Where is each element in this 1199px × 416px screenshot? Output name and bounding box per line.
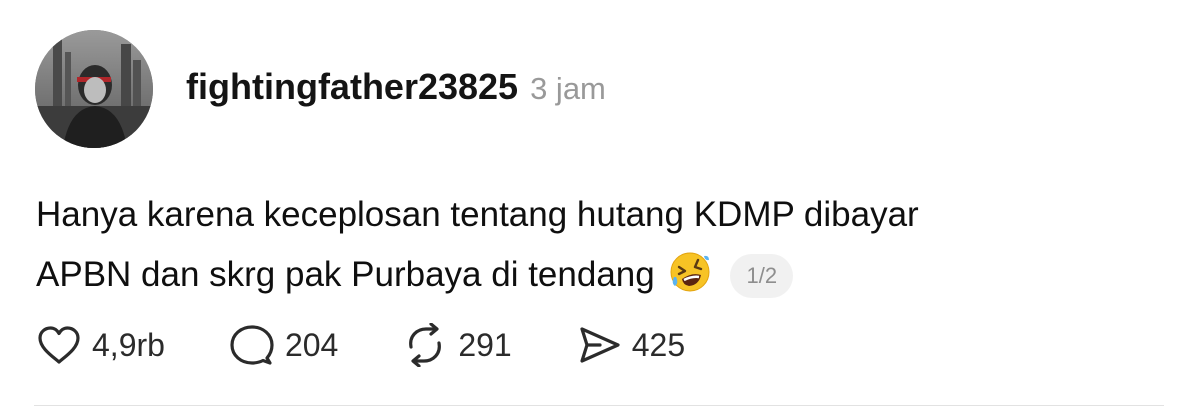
repost-arrows-icon (409, 323, 442, 367)
action-bar: 4,9rb 204 291 425 (36, 322, 749, 368)
like-count: 4,9rb (92, 326, 165, 363)
thread-counter-badge[interactable]: 1/2 (730, 254, 794, 298)
thread-post: fightingfather23825 3 jam Hanya karena k… (0, 0, 1199, 416)
send-arrow-icon (580, 327, 620, 363)
post-header: fightingfather23825 3 jam (186, 66, 606, 114)
username[interactable]: fightingfather23825 (186, 66, 518, 108)
speech-bubble-icon (230, 325, 274, 365)
repost-button[interactable]: 291 (402, 323, 512, 367)
post-time: 3 jam (530, 71, 606, 106)
comment-button[interactable]: 204 (229, 323, 338, 367)
share-count: 425 (631, 326, 686, 363)
rolling-laughing-emoji-icon (670, 252, 710, 292)
post-text: Hanya karena keceplosan tentang hutang K… (36, 185, 1136, 305)
avatar-image (35, 30, 153, 148)
heart-icon (38, 326, 80, 364)
comment-count: 204 (284, 326, 339, 363)
like-button[interactable]: 4,9rb (36, 324, 165, 366)
avatar[interactable] (35, 30, 153, 148)
repost-count: 291 (458, 326, 512, 363)
post-text-line-1: Hanya karena keceplosan tentang hutang K… (36, 195, 919, 234)
post-text-line-2: APBN dan skrg pak Purbaya di tendang (36, 255, 655, 294)
post-text-line-2-wrapper: APBN dan skrg pak Purbaya di tendang 1/2 (36, 245, 1136, 305)
divider (34, 405, 1164, 406)
share-button[interactable]: 425 (576, 324, 685, 366)
